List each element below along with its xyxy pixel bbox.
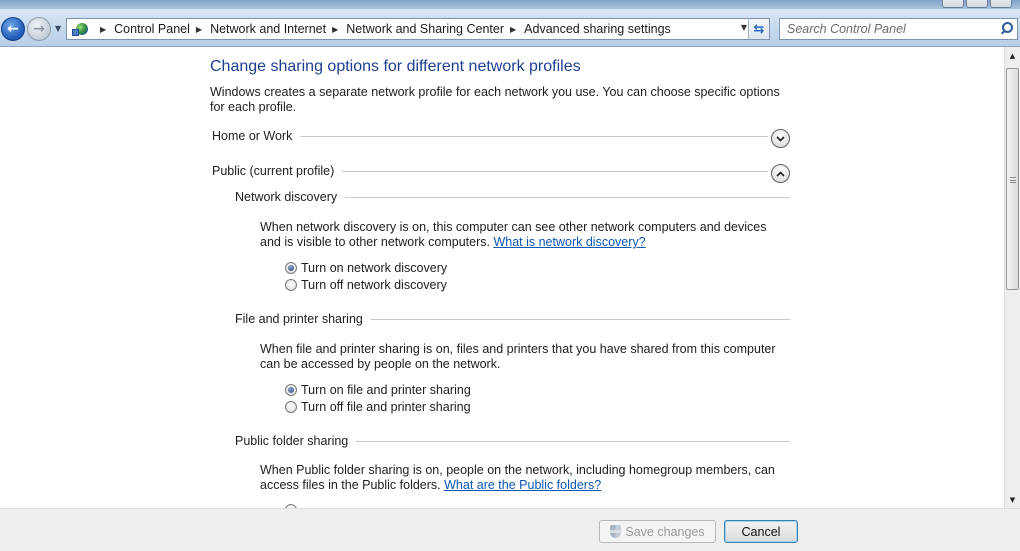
cancel-label: Cancel xyxy=(741,524,781,539)
refresh-icon: ⇆ xyxy=(753,21,765,37)
window-controls xyxy=(940,0,1012,8)
navigation-bar: ← → ▼ ▶ Control Panel ▶ Network and Inte… xyxy=(0,9,1020,47)
profile-label[interactable]: Public (current profile) xyxy=(212,164,334,178)
divider xyxy=(345,196,790,198)
minimize-button[interactable] xyxy=(942,0,964,8)
divider xyxy=(342,170,768,172)
section-network-discovery: Network discovery xyxy=(235,190,790,204)
vertical-scrollbar[interactable]: ▲ ▼ xyxy=(1004,47,1020,508)
divider xyxy=(370,318,790,320)
back-button[interactable]: ← xyxy=(1,17,25,41)
recent-pages-dropdown[interactable]: ▼ xyxy=(55,24,61,33)
breadcrumb-control-panel[interactable]: Control Panel xyxy=(114,22,190,36)
scroll-down-button[interactable]: ▼ xyxy=(1005,491,1020,508)
scroll-up-button[interactable]: ▲ xyxy=(1005,47,1020,64)
radio-button-selected[interactable] xyxy=(285,384,297,396)
section-public-folder-sharing: Public folder sharing xyxy=(235,434,790,448)
window-title-bar xyxy=(0,0,1020,9)
grip-icon xyxy=(1010,177,1016,183)
radio-button-selected[interactable] xyxy=(285,262,297,274)
breadcrumb: ▶ Control Panel ▶ Network and Internet ▶… xyxy=(94,22,671,36)
scrollbar-thumb[interactable] xyxy=(1006,68,1019,290)
profile-public[interactable]: Public (current profile) xyxy=(212,164,768,178)
section-heading: File and printer sharing xyxy=(235,312,363,326)
search-icon[interactable] xyxy=(999,22,1013,36)
address-dropdown-icon[interactable]: ▼ xyxy=(741,23,747,32)
radio-button[interactable] xyxy=(285,401,297,413)
public-folders-help-link[interactable]: What are the Public folders? xyxy=(444,478,601,492)
control-panel-icon xyxy=(72,20,90,38)
radio-file-printer-on[interactable]: Turn on file and printer sharing xyxy=(285,383,471,397)
settings-content: Change sharing options for different net… xyxy=(0,47,1004,508)
save-changes-button[interactable]: Save changes xyxy=(599,520,716,543)
network-discovery-help-link[interactable]: What is network discovery? xyxy=(493,235,645,249)
refresh-button[interactable]: ⇆ xyxy=(748,18,770,40)
expand-home-or-work-button[interactable] xyxy=(771,129,790,148)
cancel-button[interactable]: Cancel xyxy=(724,520,798,543)
section-file-printer-sharing: File and printer sharing xyxy=(235,312,790,326)
page-description: Windows creates a separate network profi… xyxy=(210,85,780,114)
arrow-right-icon: → xyxy=(33,21,45,37)
public-folder-description: When Public folder sharing is on, people… xyxy=(260,463,790,493)
radio-label[interactable]: Turn on network discovery xyxy=(301,261,447,275)
chevron-up-icon xyxy=(776,170,785,177)
chevron-right-icon[interactable]: ▶ xyxy=(510,25,516,34)
close-button[interactable] xyxy=(990,0,1012,8)
chevron-right-icon[interactable]: ▶ xyxy=(196,25,202,34)
address-bar[interactable]: ▶ Control Panel ▶ Network and Internet ▶… xyxy=(66,18,770,40)
radio-label[interactable]: Turn off network discovery xyxy=(301,278,447,292)
maximize-button[interactable] xyxy=(966,0,988,8)
radio-label[interactable]: Turn off file and printer sharing xyxy=(301,400,471,414)
profile-label[interactable]: Home or Work xyxy=(212,129,292,143)
breadcrumb-network-and-internet[interactable]: Network and Internet xyxy=(210,22,326,36)
radio-button[interactable] xyxy=(285,279,297,291)
triangle-up-icon: ▲ xyxy=(1009,51,1016,60)
radio-network-discovery-on[interactable]: Turn on network discovery xyxy=(285,261,447,275)
breadcrumb-network-and-sharing-center[interactable]: Network and Sharing Center xyxy=(346,22,504,36)
forward-button[interactable]: → xyxy=(27,17,51,41)
breadcrumb-advanced-sharing-settings[interactable]: Advanced sharing settings xyxy=(524,22,671,36)
divider xyxy=(356,440,790,442)
button-bar: Save changes Cancel xyxy=(0,508,1020,551)
divider xyxy=(300,135,768,137)
file-printer-description: When file and printer sharing is on, fil… xyxy=(260,342,776,371)
page-title: Change sharing options for different net… xyxy=(210,58,581,75)
radio-label[interactable]: Turn on file and printer sharing xyxy=(301,383,471,397)
chevron-right-icon[interactable]: ▶ xyxy=(332,25,338,34)
section-heading: Public folder sharing xyxy=(235,434,349,448)
profile-home-or-work[interactable]: Home or Work xyxy=(212,129,768,143)
search-input[interactable]: Search Control Panel xyxy=(787,22,999,36)
shield-icon xyxy=(610,525,622,538)
radio-file-printer-off[interactable]: Turn off file and printer sharing xyxy=(285,400,471,414)
save-changes-label: Save changes xyxy=(625,524,705,539)
radio-network-discovery-off[interactable]: Turn off network discovery xyxy=(285,278,447,292)
triangle-down-icon: ▼ xyxy=(1009,495,1016,504)
section-heading: Network discovery xyxy=(235,190,338,204)
search-box[interactable]: Search Control Panel xyxy=(779,18,1018,40)
arrow-left-icon: ← xyxy=(7,21,19,37)
chevron-down-icon xyxy=(776,135,785,142)
chevron-right-icon[interactable]: ▶ xyxy=(100,25,106,34)
collapse-public-button[interactable] xyxy=(771,164,790,183)
network-discovery-description: When network discovery is on, this compu… xyxy=(260,220,790,250)
